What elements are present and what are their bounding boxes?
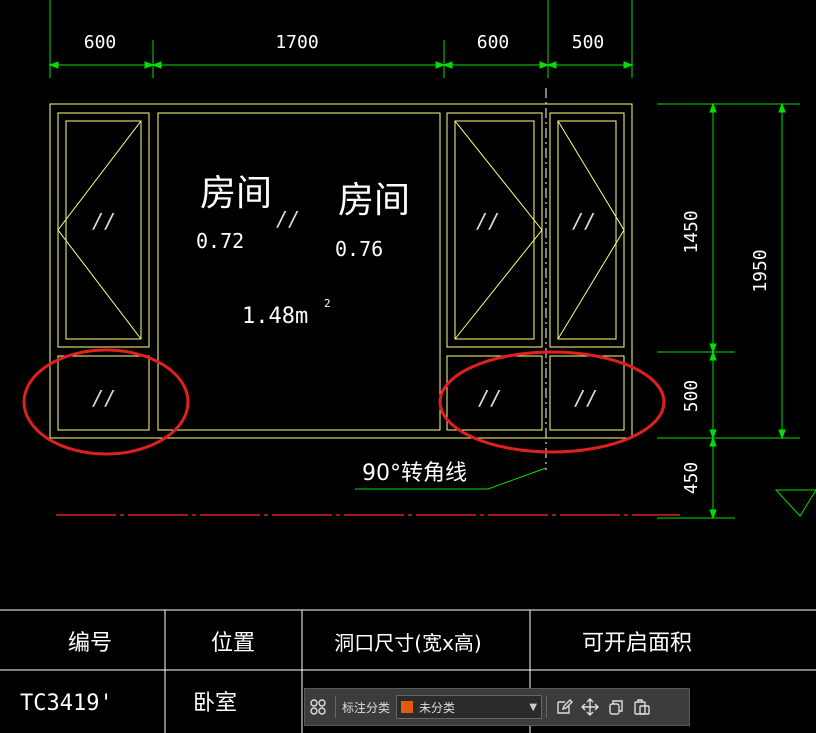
table-cell-location: 卧室 — [193, 691, 237, 716]
glass-mark: // — [92, 209, 116, 233]
table-cell-id: TC3419' — [20, 691, 113, 716]
category-select-value: 未分类 — [419, 700, 456, 715]
toolbar-separator — [546, 696, 548, 718]
dim-top-600-right: 600 — [477, 32, 510, 53]
right-dimension-chain — [657, 102, 816, 520]
copy-icon[interactable] — [603, 694, 629, 720]
glass-mark: // — [92, 386, 116, 410]
chevron-down-icon: ▼ — [529, 701, 538, 713]
corner-note: 90°转角线 — [362, 461, 467, 486]
area-label: 1.48m — [242, 304, 308, 329]
category-select[interactable]: 未分类 ▼ — [396, 695, 543, 719]
highlight-ellipse-right — [438, 350, 666, 454]
glass-mark: // — [276, 207, 300, 231]
category-color-swatch — [401, 701, 414, 713]
value-label-2: 0.76 — [335, 237, 383, 261]
room-label-1: 房间 — [200, 173, 272, 214]
cad-drawing: 600 1700 600 500 1450 500 450 1950 // //… — [0, 0, 816, 733]
category-label: 标注分类 — [342, 700, 391, 715]
toolbar-separator — [335, 696, 336, 718]
glass-mark: // — [572, 209, 596, 233]
paste-icon[interactable] — [629, 694, 655, 720]
edit-icon[interactable] — [551, 694, 577, 720]
table-header-id: 编号 — [68, 631, 112, 656]
table-header-opening-size: 洞口尺寸(宽x高) — [334, 631, 481, 655]
annotation-toolbar: 标注分类 未分类 ▼ — [304, 688, 690, 726]
top-dimension-chain — [48, 0, 634, 78]
glass-mark: // — [574, 386, 598, 410]
dim-top-1700: 1700 — [275, 32, 318, 53]
table-header-location: 位置 — [211, 631, 255, 656]
dim-right-450: 450 — [681, 462, 702, 495]
dim-right-500: 500 — [681, 380, 702, 413]
area-exponent: 2 — [324, 297, 331, 310]
room-label-2: 房间 — [338, 180, 410, 221]
dim-top-600-left: 600 — [84, 32, 117, 53]
move-icon[interactable] — [577, 694, 603, 720]
glass-mark: // — [476, 209, 500, 233]
window-elevation — [49, 103, 633, 439]
grid-icon[interactable] — [305, 694, 331, 720]
value-label-1: 0.72 — [196, 229, 244, 253]
table-header-open-area: 可开启面积 — [582, 631, 692, 656]
dim-right-1950: 1950 — [750, 249, 771, 292]
dim-top-500: 500 — [572, 32, 605, 53]
dim-right-1450: 1450 — [681, 210, 702, 253]
glass-mark: // — [478, 386, 502, 410]
